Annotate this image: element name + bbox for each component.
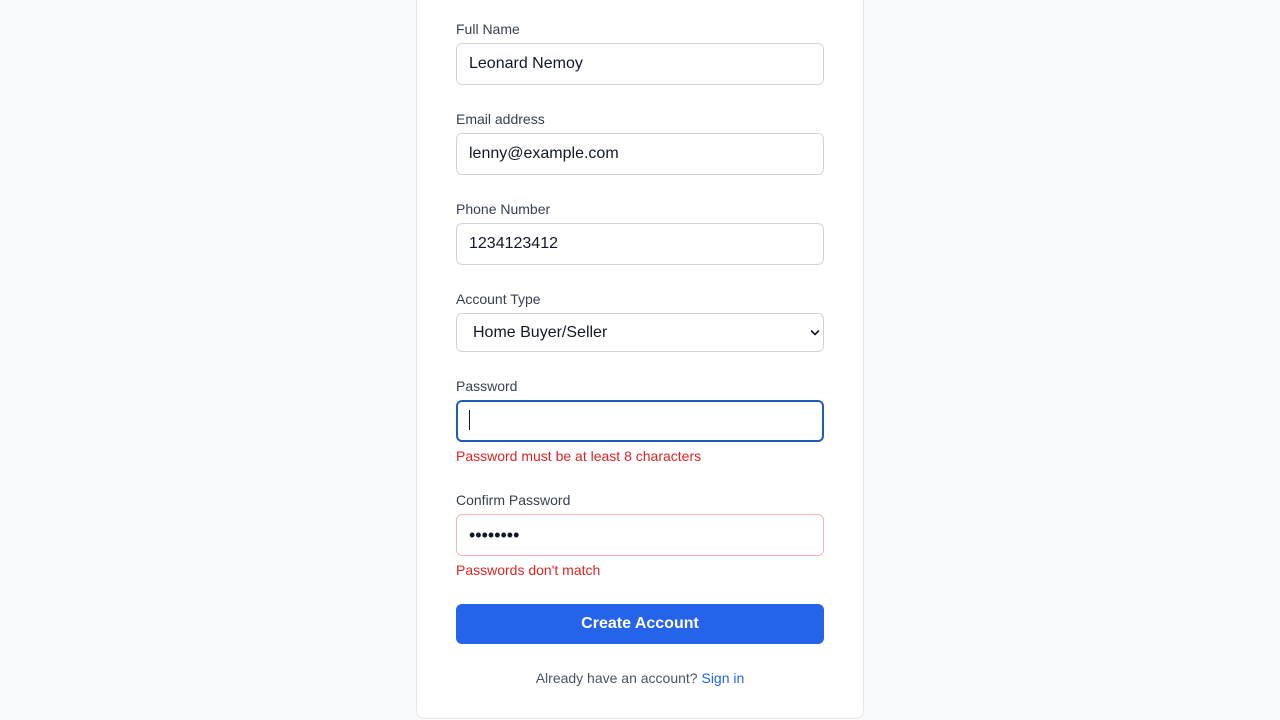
confirm-password-error: Passwords don't match xyxy=(456,562,601,578)
confirm-password-label: Confirm Password xyxy=(456,492,571,508)
phone-input[interactable]: 1234123412 xyxy=(456,223,824,265)
text-cursor xyxy=(469,410,470,430)
email-input[interactable]: lenny@example.com xyxy=(456,133,824,175)
full-name-input[interactable]: Leonard Nemoy xyxy=(456,43,824,85)
confirm-password-input[interactable]: •••••••• xyxy=(456,514,824,556)
chevron-down-icon xyxy=(810,330,820,336)
phone-label: Phone Number xyxy=(456,201,551,217)
password-label: Password xyxy=(456,378,518,394)
account-type-select[interactable]: Home Buyer/Seller xyxy=(456,313,824,352)
email-label: Email address xyxy=(456,111,545,127)
create-account-button[interactable]: Create Account xyxy=(456,604,824,644)
full-name-label: Full Name xyxy=(456,21,520,37)
password-input[interactable] xyxy=(456,400,824,442)
sign-in-link[interactable]: Sign in xyxy=(701,670,744,686)
password-error: Password must be at least 8 characters xyxy=(456,448,702,464)
signin-prompt-text: Already have an account? xyxy=(535,670,698,686)
account-type-label: Account Type xyxy=(456,291,541,307)
signin-prompt: Already have an account? Sign in xyxy=(416,670,864,686)
